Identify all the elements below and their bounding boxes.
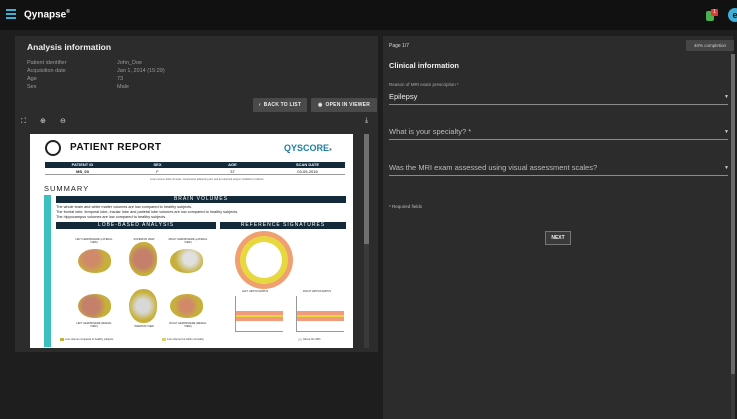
brand-name: Qynapse — [24, 9, 67, 21]
field-underline — [389, 139, 728, 140]
back-label: BACK TO LIST — [263, 102, 302, 108]
cell-sex: F — [156, 169, 159, 174]
summary-heading: SUMMARY — [44, 184, 90, 193]
chevron-left-icon: ‹ — [258, 102, 261, 108]
specialty-select[interactable]: What is your specialty? * — [389, 127, 471, 136]
chevron-down-icon[interactable]: ▼ — [724, 94, 729, 100]
patient-table-row: MS_03 F 37 03-05-2016 — [45, 169, 345, 175]
reference-ring-inner — [246, 242, 282, 278]
col-patient-id: PATIENT ID — [71, 162, 94, 167]
app-brand: Qynapse® — [24, 9, 70, 21]
download-icon[interactable]: ⤓ — [365, 117, 368, 125]
brain-caption: INFERIOR VIEW — [134, 325, 154, 328]
notification-icon[interactable]: 1 — [706, 9, 718, 21]
info-label: Age — [27, 76, 37, 82]
cell-patient-id: MS_03 — [76, 169, 89, 174]
brain-caption: LEFT HEMISPHERE (LATERAL VIEW) — [75, 238, 113, 244]
open-in-viewer-button[interactable]: ◉ OPEN IN VIEWER — [311, 98, 377, 112]
reference-signatures-bar: REFERENCE SIGNATURES — [220, 222, 346, 229]
info-value: John_Doe — [117, 60, 143, 66]
info-label: Patient identifier — [27, 60, 67, 66]
zoom-in-icon[interactable]: ⊕ — [40, 117, 46, 125]
report-scrollbar-thumb[interactable] — [364, 134, 369, 244]
reason-field-label: Reason of MRI exam prescription * — [389, 82, 459, 87]
qyscore-text: QYSCORE — [284, 143, 330, 153]
brain-volumetry-band: BRAIN VOLUMETRY — [44, 195, 61, 347]
info-label: Sex — [27, 84, 37, 90]
left-hippocampus-chart — [235, 296, 283, 332]
brain-right-lateral-image — [170, 249, 203, 273]
col-age: AGE — [228, 162, 237, 167]
summary-line: The frontal lobe, temporal lobe, insular… — [56, 210, 239, 214]
cell-age: 37 — [230, 169, 235, 174]
chevron-down-icon[interactable]: ▼ — [724, 165, 729, 171]
info-value: Jan 1, 2014 (15:29) — [117, 68, 165, 74]
brain-volumes-bar: BRAIN VOLUMES — [56, 196, 346, 203]
brain-caption: RIGHT HEMISPHERE (LATERAL VIEW) — [168, 238, 208, 244]
brain-caption: SUPERIOR VIEW — [133, 238, 155, 241]
brain-right-medial-image — [170, 294, 203, 318]
field-underline — [389, 104, 728, 105]
visual-scales-select[interactable]: Was the MRI exam assessed using visual a… — [389, 163, 597, 172]
lobe-analysis-bar: LOBE-BASED ANALYSIS — [56, 222, 216, 229]
brain-caption: LEFT HEMISPHERE (MEDIAL VIEW) — [76, 322, 112, 328]
legend-item: Above the 95th — [298, 338, 320, 341]
col-scan-date: SCAN DATE — [295, 162, 320, 167]
section-title: Clinical information — [389, 61, 460, 70]
field-underline — [389, 175, 728, 176]
brain-left-lateral-image — [78, 249, 111, 273]
brain-inferior-image — [129, 289, 157, 323]
page-indicator: Page 1/7 — [389, 43, 410, 49]
info-row-date: Acquisition date Jan 1, 2014 (15:29) — [27, 68, 227, 74]
info-value: Male — [117, 84, 129, 90]
legend-label: Above the 95th — [303, 338, 321, 342]
brain-superior-image — [129, 242, 157, 276]
info-label: Acquisition date — [27, 68, 66, 74]
report-scrollbar[interactable] — [364, 134, 369, 348]
legend-item: Low volume compared to healthy subjects — [60, 338, 113, 341]
info-value: 73 — [117, 76, 124, 82]
info-row-age: Age 73 — [27, 76, 227, 82]
eye-icon: ◉ — [317, 102, 323, 108]
brain-caption: RIGHT HEMISPHERE (MEDIAL VIEW) — [169, 322, 207, 328]
summary-line: The whole brain and white matter volumes… — [56, 205, 193, 209]
report-title: PATIENT REPORT — [70, 142, 162, 153]
top-app-bar: Qynapse® 1 e — [0, 0, 737, 30]
report-logo-icon — [45, 140, 61, 156]
back-to-list-button[interactable]: ‹ BACK TO LIST — [253, 98, 307, 112]
chevron-down-icon[interactable]: ▼ — [724, 129, 729, 135]
reason-select[interactable]: Epilepsy — [389, 92, 417, 101]
cell-scan-date: 03-05-2016 — [297, 169, 318, 174]
patient-table-header: PATIENT ID SEX AGE SCAN DATE — [45, 162, 345, 168]
required-note: * Required fields — [389, 204, 423, 209]
form-scrollbar[interactable] — [731, 54, 735, 419]
brain-left-medial-image — [78, 294, 111, 318]
analysis-info-title: Analysis information — [27, 42, 112, 52]
col-sex: SEX — [153, 162, 162, 167]
legend-label: Low volume but within normality — [167, 338, 204, 342]
chart-label: LEFT HIPPOCAMPUS — [241, 290, 269, 293]
report-note: Lorem ipsum dolor sit amet, consectetur … — [150, 178, 265, 181]
zoom-out-icon[interactable]: ⊖ — [60, 117, 66, 125]
info-row-patient: Patient identifier John_Doe — [27, 60, 227, 66]
right-hippocampus-chart — [296, 296, 344, 332]
open-viewer-label: OPEN IN VIEWER — [325, 102, 371, 108]
summary-line: The hippocampus volumes are low compared… — [56, 215, 167, 219]
form-scrollbar-thumb[interactable] — [731, 54, 735, 374]
fullscreen-icon[interactable]: ⛶ — [21, 118, 26, 126]
legend-item: Low volume but within normality — [162, 338, 204, 341]
completion-badge: 40% completion — [686, 40, 734, 51]
info-row-sex: Sex Male — [27, 84, 227, 90]
notification-badge: 1 — [711, 9, 718, 16]
patient-report-document: PATIENT REPORT QYSCORE® PATIENT ID SEX A… — [30, 134, 353, 348]
legend-label: Low volume compared to healthy subjects — [65, 338, 114, 342]
qyscore-logo: QYSCORE® — [284, 143, 332, 153]
user-avatar[interactable]: e — [728, 8, 737, 22]
next-button[interactable]: NEXT — [545, 231, 571, 245]
clinical-form-panel — [383, 36, 733, 419]
menu-icon[interactable] — [6, 9, 16, 19]
qyscore-mark: ® — [329, 147, 332, 152]
chart-label: RIGHT HIPPOCAMPUS — [303, 290, 331, 293]
